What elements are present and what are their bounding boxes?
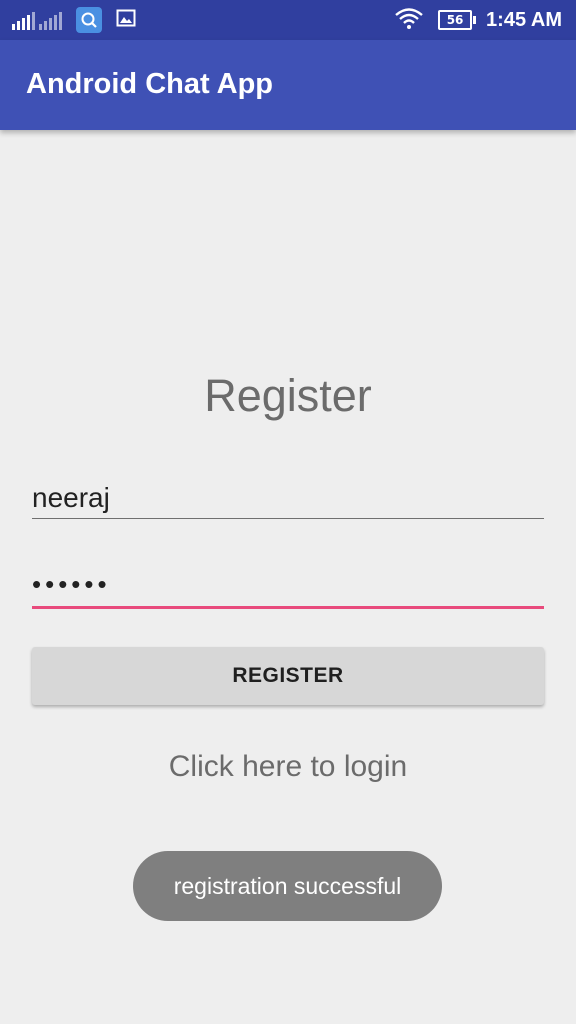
battery-icon: 56 bbox=[438, 10, 477, 30]
status-clock: 1:45 AM bbox=[486, 8, 562, 31]
image-icon bbox=[116, 8, 136, 32]
toast-text: registration successful bbox=[173, 872, 402, 899]
battery-level: 56 bbox=[446, 13, 464, 27]
password-field[interactable] bbox=[32, 562, 544, 609]
signal-group bbox=[12, 10, 62, 30]
login-link[interactable]: Click here to login bbox=[0, 750, 576, 784]
register-button[interactable]: REGISTER bbox=[32, 647, 544, 705]
signal-icon bbox=[12, 10, 35, 30]
status-right-icons: 56 1:45 AM bbox=[394, 6, 562, 34]
signal-icon bbox=[39, 10, 62, 30]
status-left-icons bbox=[12, 6, 136, 34]
toast-message: registration successful bbox=[133, 851, 442, 921]
register-heading: Register bbox=[204, 370, 372, 421]
status-bar: 56 1:45 AM bbox=[0, 0, 576, 40]
app-title: Android Chat App bbox=[26, 68, 273, 100]
app-bar: Android Chat App bbox=[0, 40, 576, 130]
username-field[interactable] bbox=[32, 478, 544, 519]
wifi-icon bbox=[394, 6, 424, 34]
search-app-icon bbox=[76, 7, 102, 33]
